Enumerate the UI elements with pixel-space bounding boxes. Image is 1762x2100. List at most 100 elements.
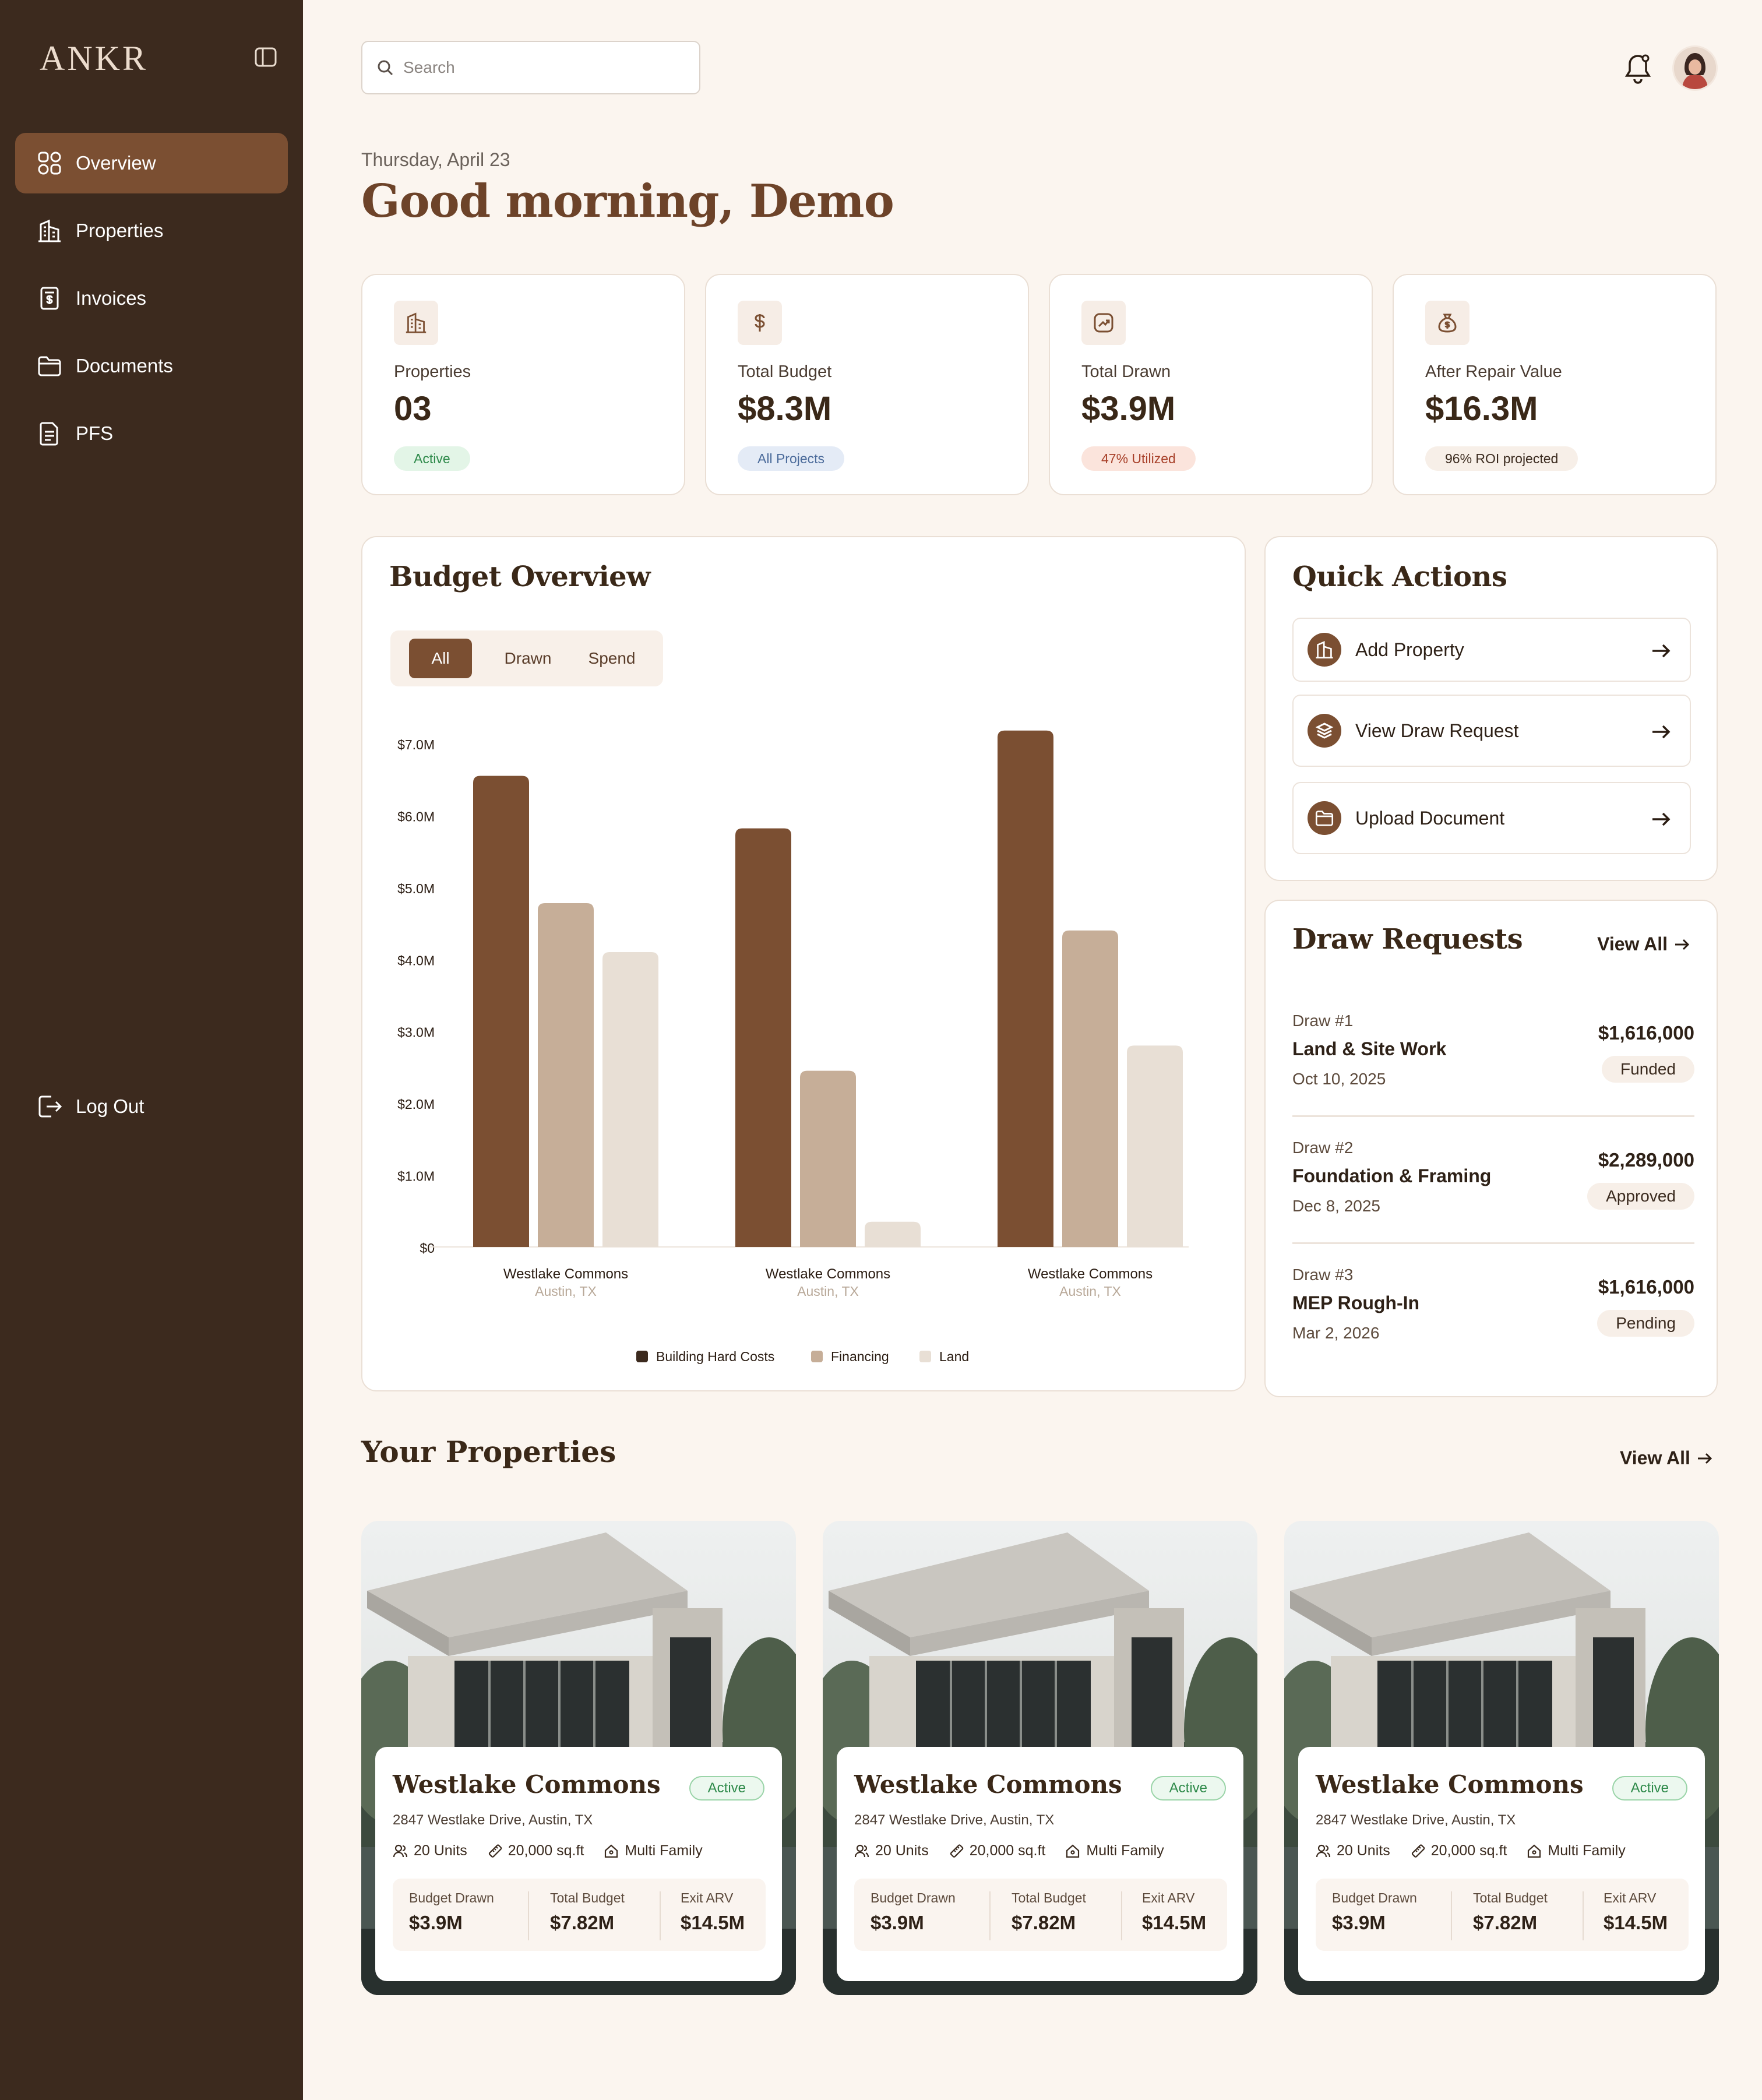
stat-label: After Repair Value	[1425, 362, 1562, 381]
type-meta: Multi Family	[1065, 1842, 1164, 1859]
action-label: Upload Document	[1355, 807, 1505, 829]
ruler-icon	[950, 1844, 964, 1858]
properties-view-all-link[interactable]: View All	[1620, 1447, 1714, 1469]
y-tick-label: $0	[420, 1241, 435, 1256]
divider	[1451, 1891, 1452, 1940]
y-tick-label: $2.0M	[397, 1097, 435, 1112]
search-box[interactable]	[361, 41, 700, 94]
sidebar-item-invoices[interactable]: Invoices	[15, 268, 288, 329]
draw-request-row[interactable]: Draw #1 Land & Site Work Oct 10, 2025 $1…	[1292, 1012, 1694, 1099]
sidebar-toggle-icon[interactable]	[254, 47, 277, 68]
status-badge: Active	[1612, 1776, 1687, 1800]
divider	[1292, 1242, 1694, 1244]
stat-value: $3.9M	[409, 1912, 463, 1933]
legend-label: Building Hard Costs	[656, 1349, 774, 1364]
add-property-button[interactable]: Add Property	[1292, 618, 1691, 682]
money-bag-icon	[1425, 301, 1469, 345]
property-card[interactable]: Westlake Commons Active 2847 Westlake Dr…	[361, 1521, 796, 1995]
stat-value: $14.5M	[1604, 1912, 1668, 1933]
divider	[528, 1891, 529, 1940]
x-category-sublabel: Austin, TX	[1059, 1284, 1121, 1299]
status-badge: Pending	[1597, 1310, 1694, 1337]
type-value: Multi Family	[1086, 1842, 1164, 1859]
bar-building-hard-costs	[735, 828, 791, 1247]
stat-card-properties[interactable]: Properties 03 Active	[361, 274, 685, 495]
sidebar-item-label: Documents	[76, 355, 173, 376]
sqft-meta: 20,000 sq.ft	[487, 1842, 584, 1859]
property-info-card: Westlake Commons Active 2847 Westlake Dr…	[375, 1747, 782, 1981]
draw-requests-panel: Draw Requests View All Draw #1 Land & Si…	[1264, 900, 1718, 1397]
units-value: 20 Units	[875, 1842, 929, 1859]
property-address: 2847 Westlake Drive, Austin, TX	[1316, 1812, 1516, 1828]
draw-number: Draw #1	[1292, 1012, 1354, 1030]
home-icon	[1066, 1844, 1080, 1858]
action-label: Add Property	[1355, 639, 1464, 660]
upload-document-button[interactable]: Upload Document	[1292, 782, 1691, 854]
x-category-label: Westlake Commons	[503, 1266, 628, 1282]
stat-value: $7.82M	[550, 1912, 615, 1933]
draw-request-row[interactable]: Draw #3 MEP Rough-In Mar 2, 2026 $1,616,…	[1292, 1266, 1694, 1353]
type-value: Multi Family	[1548, 1842, 1626, 1859]
x-category-sublabel: Austin, TX	[797, 1284, 859, 1299]
stat-label: Exit ARV	[681, 1890, 734, 1905]
invoice-icon	[36, 285, 63, 312]
view-all-label: View All	[1620, 1447, 1690, 1468]
status-badge: Active	[689, 1776, 764, 1800]
legend-swatch	[919, 1351, 931, 1362]
y-tick-label: $4.0M	[397, 953, 435, 968]
property-card[interactable]: Westlake Commons Active 2847 Westlake Dr…	[823, 1521, 1257, 1995]
building-icon	[36, 217, 63, 244]
ruler-icon	[1411, 1844, 1425, 1858]
property-meta: 20 Units 20,000 sq.ft Multi Family	[1316, 1842, 1645, 1859]
grid-icon	[36, 150, 63, 177]
home-icon	[605, 1844, 618, 1858]
sidebar-item-label: Overview	[76, 152, 156, 174]
draw-requests-view-all-link[interactable]: View All	[1597, 933, 1691, 955]
sidebar-item-label: Invoices	[76, 287, 147, 309]
file-icon	[36, 420, 63, 447]
users-icon	[1316, 1844, 1331, 1857]
divider	[1121, 1891, 1122, 1940]
bar-land	[865, 1221, 921, 1247]
draw-request-row[interactable]: Draw #2 Foundation & Framing Dec 8, 2025…	[1292, 1139, 1694, 1226]
legend-swatch	[811, 1351, 823, 1362]
building-icon	[1308, 633, 1341, 667]
stat-value: $14.5M	[1142, 1912, 1207, 1933]
stat-value: $3.9M	[1081, 390, 1176, 428]
property-card[interactable]: Westlake Commons Active 2847 Westlake Dr…	[1284, 1521, 1719, 1995]
draw-name: Foundation & Framing	[1292, 1165, 1492, 1186]
sidebar-item-overview[interactable]: Overview	[15, 133, 288, 193]
bell-icon[interactable]	[1623, 52, 1652, 85]
arrow-right-icon	[1652, 644, 1671, 658]
draw-amount: $1,616,000	[1598, 1276, 1694, 1298]
logout-button[interactable]: Log Out	[36, 1093, 144, 1120]
type-value: Multi Family	[625, 1842, 703, 1859]
draw-date: Oct 10, 2025	[1292, 1070, 1386, 1088]
units-value: 20 Units	[414, 1842, 467, 1859]
draw-date: Dec 8, 2025	[1292, 1197, 1380, 1215]
x-category-sublabel: Austin, TX	[535, 1284, 597, 1299]
units-meta: 20 Units	[1316, 1842, 1390, 1859]
stat-label: Total Budget	[1012, 1890, 1086, 1905]
app-logo[interactable]: ANKR	[40, 38, 148, 79]
y-tick-label: $6.0M	[397, 809, 435, 824]
stat-card-after-repair-value[interactable]: After Repair Value $16.3M 96% ROI projec…	[1393, 274, 1717, 495]
divider	[1583, 1891, 1584, 1940]
users-icon	[854, 1844, 869, 1857]
avatar[interactable]	[1672, 45, 1718, 91]
sidebar-item-properties[interactable]: Properties	[15, 200, 288, 261]
dollar-icon	[738, 301, 782, 345]
view-draw-request-button[interactable]: View Draw Request	[1292, 695, 1691, 767]
divider	[660, 1891, 661, 1940]
stat-value: $3.9M	[1332, 1912, 1386, 1933]
logout-icon	[38, 1095, 62, 1118]
folder-icon	[36, 353, 63, 379]
draw-number: Draw #2	[1292, 1139, 1354, 1157]
stat-card-total-budget[interactable]: Total Budget $8.3M All Projects	[705, 274, 1029, 495]
sidebar-item-pfs[interactable]: PFS	[15, 403, 288, 464]
bar-financing	[1062, 930, 1118, 1247]
search-input[interactable]	[403, 58, 660, 77]
stat-card-total-drawn[interactable]: Total Drawn $3.9M 47% Utilized	[1049, 274, 1373, 495]
status-badge: All Projects	[738, 446, 845, 471]
sidebar-item-documents[interactable]: Documents	[15, 336, 288, 396]
